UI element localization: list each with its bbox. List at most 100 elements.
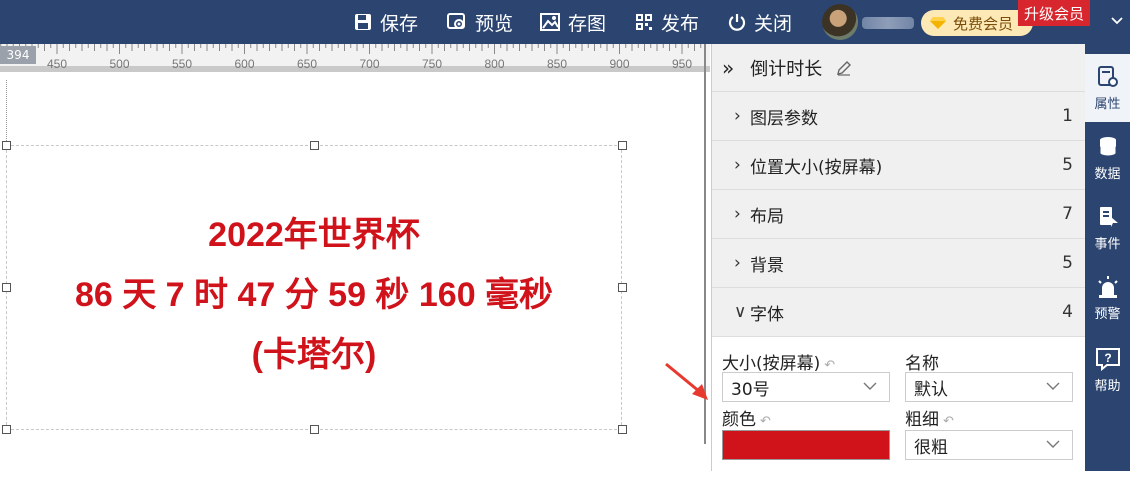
ruler-tick-label: 950: [672, 57, 692, 71]
countdown-value: 86 天 7 时 47 分 59 秒 160 毫秒: [74, 276, 554, 314]
membership-badge[interactable]: 免费会员: [921, 10, 1033, 36]
tab-label: 帮助: [1094, 378, 1121, 394]
collapse-panel-icon[interactable]: »: [722, 56, 734, 80]
ruler-tick-label: 650: [297, 57, 317, 71]
save-button[interactable]: 保存: [354, 0, 418, 44]
ruler-tick-label: 900: [609, 57, 629, 71]
close-button[interactable]: 关闭: [728, 0, 792, 44]
section-layer-params[interactable]: › 图层参数 1: [712, 92, 1085, 141]
resize-handle-br[interactable]: [618, 425, 627, 434]
edit-icon[interactable]: [836, 60, 852, 76]
font-weight-select[interactable]: 很粗: [905, 430, 1073, 460]
font-name-label: 名称: [905, 354, 939, 374]
section-label: 图层参数: [750, 108, 818, 129]
resize-handle-bl[interactable]: [2, 425, 11, 434]
guide-line: [6, 80, 7, 145]
ruler-tick-label: 450: [47, 57, 67, 71]
font-weight-label: 粗细 ↶: [905, 410, 954, 430]
chevron-down-icon: [1046, 440, 1060, 448]
countdown-location: (卡塔尔): [251, 336, 377, 374]
properties-icon: [1097, 65, 1118, 87]
reset-icon[interactable]: ↶: [943, 414, 954, 429]
reset-icon[interactable]: ↶: [824, 358, 835, 373]
chevron-down-icon: [1046, 382, 1060, 390]
close-label: 关闭: [754, 12, 793, 35]
ruler-tick-label: 500: [109, 57, 129, 71]
alarm-light-icon: [1097, 275, 1118, 298]
ruler-tick-label: 750: [422, 57, 442, 71]
preview-button[interactable]: 预览: [447, 0, 513, 44]
section-background[interactable]: › 背景 5: [712, 239, 1085, 288]
ruler-tick-label: 800: [484, 57, 504, 71]
panel-title: 倒计时长: [750, 58, 823, 80]
top-toolbar: 保存 预览 存图 发布 关闭 免费会员 升级会员: [0, 0, 1130, 44]
ruler-tick-label: 550: [172, 57, 192, 71]
chevron-right-icon: ›: [734, 253, 741, 273]
tab-label: 预警: [1094, 306, 1121, 322]
tab-alerts[interactable]: 预警: [1085, 264, 1130, 332]
reset-icon[interactable]: ↶: [760, 414, 771, 429]
save-label: 保存: [380, 12, 419, 35]
event-icon: [1099, 206, 1118, 227]
save-image-button[interactable]: 存图: [540, 0, 606, 44]
publish-button[interactable]: 发布: [635, 0, 699, 44]
qr-code-icon: [636, 14, 652, 30]
ruler-ticks: 450 500 550 600 650 700 750 800 850 900 950: [0, 44, 702, 71]
section-label: 字体: [750, 304, 784, 325]
section-count: 7: [1062, 204, 1073, 224]
section-position-size[interactable]: › 位置大小(按屏幕) 5: [712, 141, 1085, 190]
section-count: 4: [1062, 302, 1073, 322]
section-count: 1: [1062, 106, 1073, 126]
avatar[interactable]: [822, 4, 858, 40]
tab-properties[interactable]: 属性: [1085, 54, 1130, 122]
section-layout[interactable]: › 布局 7: [712, 190, 1085, 239]
section-font[interactable]: ∨ 字体 4: [712, 288, 1085, 337]
preview-icon: [447, 13, 465, 29]
font-name-select[interactable]: 默认: [905, 372, 1073, 402]
tab-help[interactable]: ? 帮助: [1085, 336, 1130, 404]
font-size-label: 大小(按屏幕) ↶: [722, 354, 836, 374]
chevron-right-icon: ›: [734, 106, 741, 126]
database-icon: [1099, 136, 1116, 156]
section-count: 5: [1062, 155, 1073, 175]
svg-text:?: ?: [1104, 351, 1111, 365]
upgrade-button[interactable]: 升级会员: [1018, 0, 1090, 26]
section-label: 背景: [750, 255, 784, 276]
resize-handle-tr[interactable]: [618, 141, 627, 150]
right-icon-bar: 属性 数据 事件 预警 ? 帮助: [1085, 44, 1130, 471]
power-icon: [728, 14, 746, 31]
font-color-label: 颜色 ↶: [722, 410, 771, 430]
chevron-down-icon: ∨: [734, 302, 747, 322]
countdown-text[interactable]: 2022年世界杯 86 天 7 时 47 分 59 秒 160 毫秒 (卡塔尔): [6, 205, 622, 385]
resize-handle-tl[interactable]: [2, 141, 11, 150]
ruler-tick-label: 850: [547, 57, 567, 71]
resize-handle-t[interactable]: [310, 141, 319, 150]
tab-label: 事件: [1094, 236, 1121, 252]
section-count: 5: [1062, 253, 1073, 273]
tab-label: 属性: [1094, 96, 1121, 112]
publish-label: 发布: [661, 12, 700, 35]
countdown-title: 2022年世界杯: [208, 216, 420, 254]
chevron-right-icon: ›: [734, 204, 741, 224]
section-label: 位置大小(按屏幕): [750, 157, 883, 178]
font-size-select[interactable]: 30号: [722, 372, 890, 402]
chevron-down-icon: [863, 382, 877, 390]
tab-events[interactable]: 事件: [1085, 194, 1130, 262]
section-label: 布局: [750, 206, 784, 227]
diamond-icon: [930, 17, 946, 29]
ruler-tick-label: 700: [359, 57, 379, 71]
username-blurred: [862, 17, 914, 29]
font-color-picker[interactable]: [722, 430, 890, 460]
chevron-right-icon: ›: [734, 155, 741, 175]
membership-label: 免费会员: [953, 14, 1014, 33]
ruler-position-marker: 394: [0, 46, 36, 64]
red-arrow-annotation: [665, 362, 708, 400]
save-image-label: 存图: [568, 12, 607, 35]
ruler-tick-label: 600: [234, 57, 254, 71]
help-icon: ?: [1095, 347, 1120, 371]
horizontal-ruler: 450 500 550 600 650 700 750 800 850 900 950: [0, 44, 710, 72]
resize-handle-b[interactable]: [310, 425, 319, 434]
chevron-down-icon[interactable]: [1110, 16, 1124, 26]
tab-data[interactable]: 数据: [1085, 124, 1130, 192]
save-icon: [355, 14, 371, 30]
